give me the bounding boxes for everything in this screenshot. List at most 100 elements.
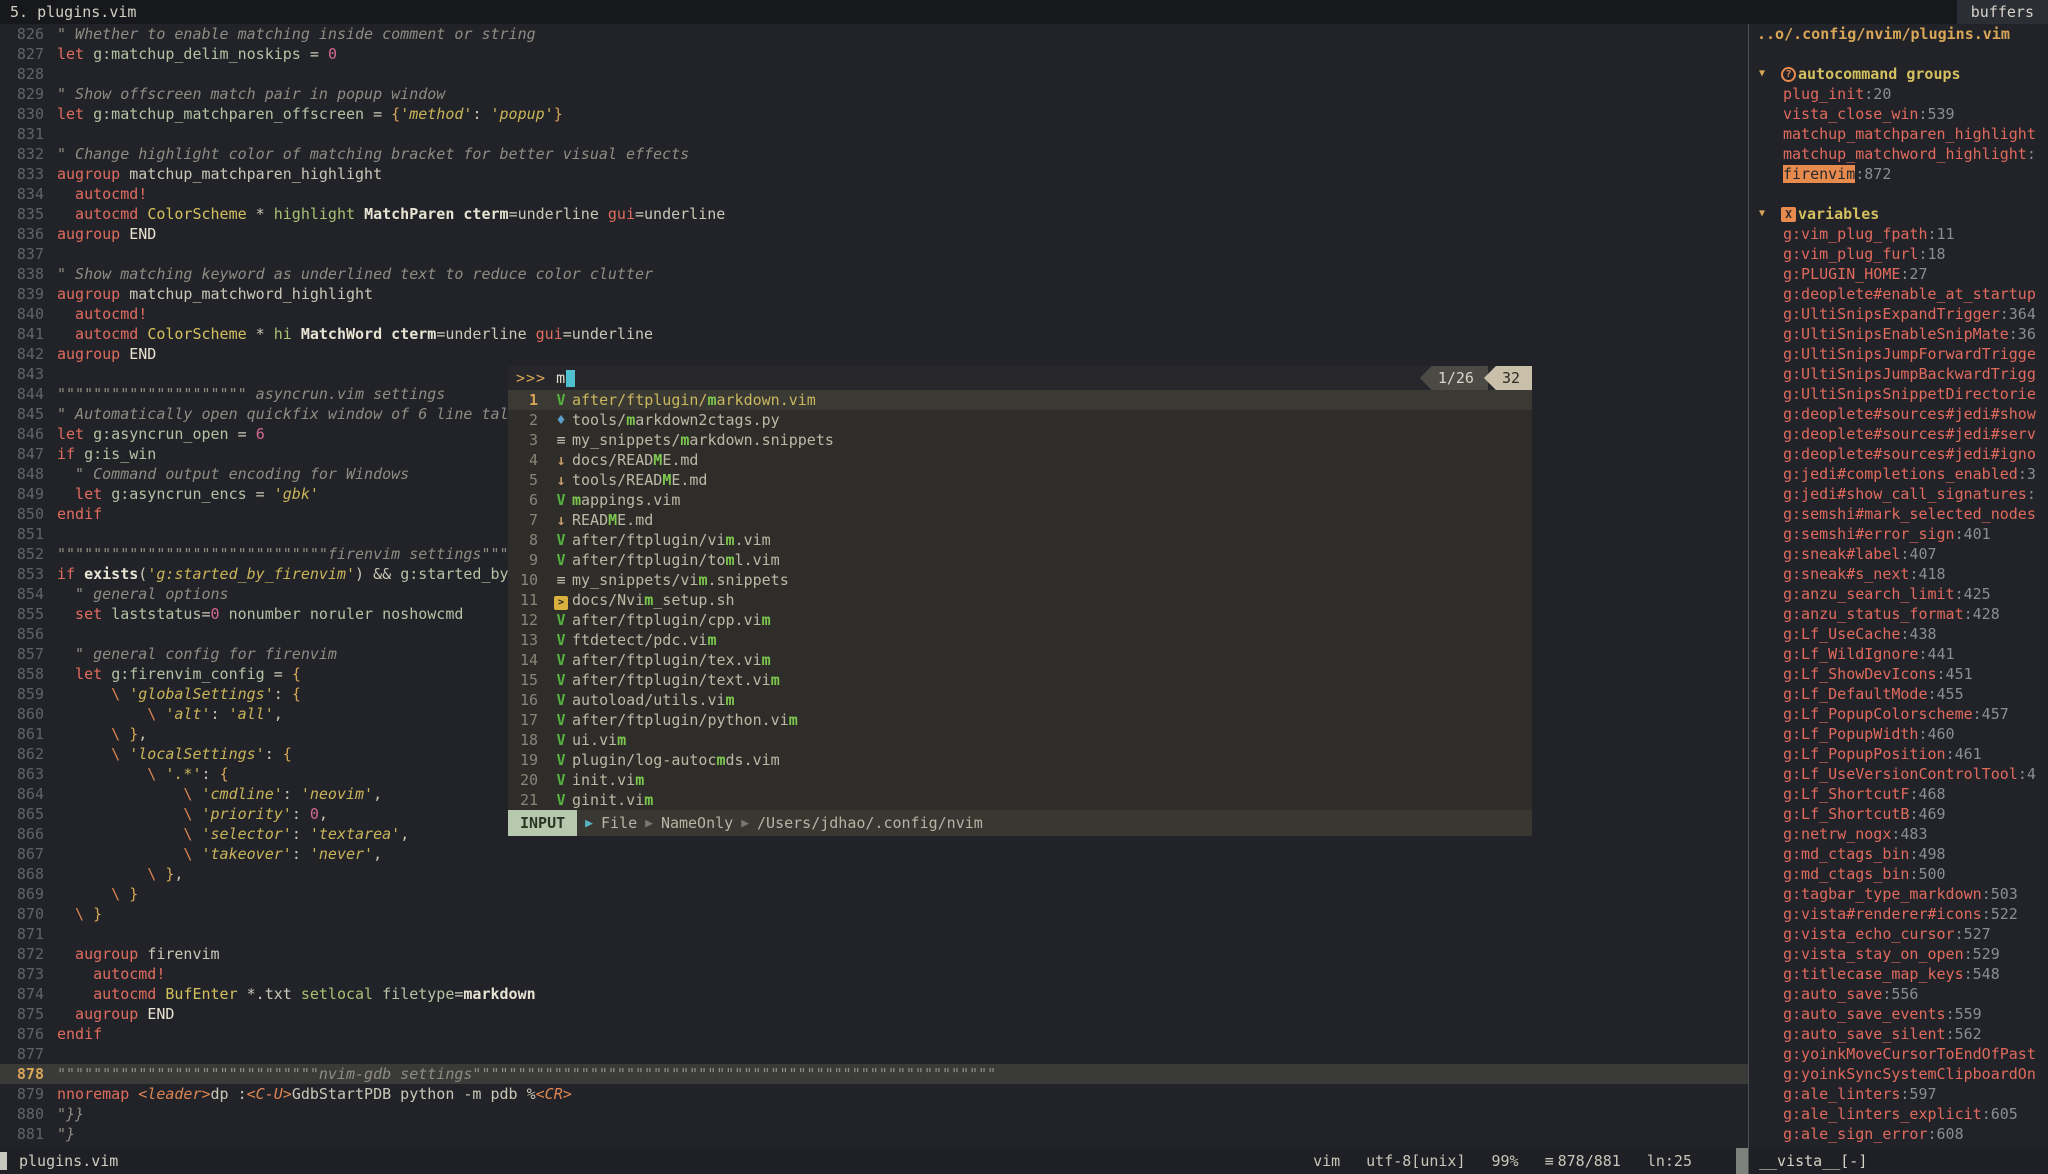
vista-sidebar[interactable]: ..o/.config/nvim/plugins.vim▼?autocomman… bbox=[1748, 24, 2048, 1148]
editor-line[interactable]: 840 autocmd! bbox=[0, 304, 1748, 324]
editor-line[interactable]: 833augroup matchup_matchparen_highlight bbox=[0, 164, 1748, 184]
sidebar-tag[interactable]: g:semshi#mark_selected_nodes bbox=[1749, 504, 2048, 524]
sidebar-tag[interactable]: g:UltiSnipsJumpForwardTrigge bbox=[1749, 344, 2048, 364]
file-result-item[interactable]: 14Vafter/ftplugin/tex.vim bbox=[508, 650, 1532, 670]
sidebar-tag[interactable]: g:vim_plug_fpath:11 bbox=[1749, 224, 2048, 244]
sidebar-tag[interactable]: matchup_matchparen_highlight bbox=[1749, 124, 2048, 144]
editor-line[interactable]: 878"""""""""""""""""""""""""""""nvim-gdb… bbox=[0, 1064, 1748, 1084]
sidebar-tag[interactable]: g:auto_save_events:559 bbox=[1749, 1004, 2048, 1024]
sidebar-tag[interactable]: g:jedi#show_call_signatures: bbox=[1749, 484, 2048, 504]
sidebar-tag[interactable]: g:jedi#completions_enabled:3 bbox=[1749, 464, 2048, 484]
sidebar-tag[interactable]: g:md_ctags_bin:500 bbox=[1749, 864, 2048, 884]
tab-current-file[interactable]: 5. plugins.vim bbox=[0, 3, 136, 21]
editor-line[interactable]: 830let g:matchup_matchparen_offscreen = … bbox=[0, 104, 1748, 124]
sidebar-tag[interactable]: g:Lf_UseCache:438 bbox=[1749, 624, 2048, 644]
file-result-item[interactable]: 10≡my_snippets/vim.snippets bbox=[508, 570, 1532, 590]
editor-line[interactable]: 838" Show matching keyword as underlined… bbox=[0, 264, 1748, 284]
sidebar-tag[interactable]: g:Lf_PopupColorscheme:457 bbox=[1749, 704, 2048, 724]
file-result-item[interactable]: 11>docs/Nvim_setup.sh bbox=[508, 590, 1532, 610]
editor-line[interactable]: 828 bbox=[0, 64, 1748, 84]
file-result-item[interactable]: 1Vafter/ftplugin/markdown.vim bbox=[508, 390, 1532, 410]
file-result-item[interactable]: 13Vftdetect/pdc.vim bbox=[508, 630, 1532, 650]
sidebar-tag[interactable]: g:Lf_UseVersionControlTool:4 bbox=[1749, 764, 2048, 784]
file-result-item[interactable]: 18Vui.vim bbox=[508, 730, 1532, 750]
sidebar-tag[interactable]: g:vista#renderer#icons:522 bbox=[1749, 904, 2048, 924]
sidebar-tag[interactable]: g:ale_linters_explicit:605 bbox=[1749, 1104, 2048, 1124]
editor-line[interactable]: 826" Whether to enable matching inside c… bbox=[0, 24, 1748, 44]
file-result-item[interactable]: 3≡my_snippets/markdown.snippets bbox=[508, 430, 1532, 450]
file-result-item[interactable]: 8Vafter/ftplugin/vim.vim bbox=[508, 530, 1532, 550]
editor-line[interactable]: 875 augroup END bbox=[0, 1004, 1748, 1024]
editor-line[interactable]: 836augroup END bbox=[0, 224, 1748, 244]
file-result-item[interactable]: 16Vautoload/utils.vim bbox=[508, 690, 1532, 710]
sidebar-tag[interactable]: g:Lf_PopupWidth:460 bbox=[1749, 724, 2048, 744]
editor-line[interactable]: 869 \ } bbox=[0, 884, 1748, 904]
editor-line[interactable]: 834 autocmd! bbox=[0, 184, 1748, 204]
sidebar-tag[interactable]: g:auto_save_silent:562 bbox=[1749, 1024, 2048, 1044]
sidebar-tag[interactable]: plug_init:20 bbox=[1749, 84, 2048, 104]
editor-line[interactable]: 871 bbox=[0, 924, 1748, 944]
file-result-item[interactable]: 9Vafter/ftplugin/toml.vim bbox=[508, 550, 1532, 570]
sidebar-tag[interactable]: g:md_ctags_bin:498 bbox=[1749, 844, 2048, 864]
editor-line[interactable]: 874 autocmd BufEnter *.txt setlocal file… bbox=[0, 984, 1748, 1004]
editor-line[interactable]: 829" Show offscreen match pair in popup … bbox=[0, 84, 1748, 104]
tab-buffers[interactable]: buffers bbox=[1957, 0, 2048, 24]
sidebar-tag[interactable]: g:UltiSnipsExpandTrigger:364 bbox=[1749, 304, 2048, 324]
sidebar-tag[interactable]: g:ale_linters:597 bbox=[1749, 1084, 2048, 1104]
sidebar-tag[interactable]: g:Lf_ShortcutF:468 bbox=[1749, 784, 2048, 804]
editor-line[interactable]: 841 autocmd ColorScheme * hi MatchWord c… bbox=[0, 324, 1748, 344]
file-result-item[interactable]: 21Vginit.vim bbox=[508, 790, 1532, 810]
sidebar-tag[interactable]: g:UltiSnipsJumpBackwardTrigg bbox=[1749, 364, 2048, 384]
sidebar-tag[interactable]: matchup_matchword_highlight: bbox=[1749, 144, 2048, 164]
sidebar-tag[interactable]: g:deoplete#sources#jedi#serv bbox=[1749, 424, 2048, 444]
editor-line[interactable]: 832" Change highlight color of matching … bbox=[0, 144, 1748, 164]
sidebar-tag[interactable]: g:anzu_status_format:428 bbox=[1749, 604, 2048, 624]
sidebar-tag[interactable]: g:deoplete#sources#jedi#igno bbox=[1749, 444, 2048, 464]
sidebar-tag[interactable]: g:yoinkMoveCursorToEndOfPast bbox=[1749, 1044, 2048, 1064]
sidebar-tag[interactable]: g:tagbar_type_markdown:503 bbox=[1749, 884, 2048, 904]
sidebar-tag[interactable]: g:vista_echo_cursor:527 bbox=[1749, 924, 2048, 944]
file-result-item[interactable]: 4↓docs/README.md bbox=[508, 450, 1532, 470]
editor-line[interactable]: 877 bbox=[0, 1044, 1748, 1064]
sidebar-tag[interactable]: g:sneak#s_next:418 bbox=[1749, 564, 2048, 584]
editor-line[interactable]: 872 augroup firenvim bbox=[0, 944, 1748, 964]
editor-line[interactable]: 842augroup END bbox=[0, 344, 1748, 364]
sidebar-tag[interactable]: g:yoinkSyncSystemClipboardOn bbox=[1749, 1064, 2048, 1084]
sidebar-tag[interactable]: g:PLUGIN_HOME:27 bbox=[1749, 264, 2048, 284]
editor-line[interactable]: 873 autocmd! bbox=[0, 964, 1748, 984]
editor-line[interactable]: 876endif bbox=[0, 1024, 1748, 1044]
sidebar-tag[interactable]: g:deoplete#sources#jedi#show bbox=[1749, 404, 2048, 424]
editor-line[interactable]: 868 \ }, bbox=[0, 864, 1748, 884]
sidebar-tag[interactable]: vista_close_win:539 bbox=[1749, 104, 2048, 124]
sidebar-tag[interactable]: g:ale_sign_error:608 bbox=[1749, 1124, 2048, 1144]
editor-line[interactable]: 879nnoremap <leader>dp :<C-U>GdbStartPDB… bbox=[0, 1084, 1748, 1104]
file-result-item[interactable]: 2♦tools/markdown2ctags.py bbox=[508, 410, 1532, 430]
sidebar-tag[interactable]: g:deoplete#enable_at_startup bbox=[1749, 284, 2048, 304]
sidebar-tag[interactable]: g:Lf_WildIgnore:441 bbox=[1749, 644, 2048, 664]
sidebar-tag[interactable]: g:Lf_ShowDevIcons:451 bbox=[1749, 664, 2048, 684]
sidebar-tag[interactable]: g:UltiSnipsSnippetDirectorie bbox=[1749, 384, 2048, 404]
sidebar-tag[interactable]: firenvim:872 bbox=[1749, 164, 2048, 184]
sidebar-tag[interactable]: g:Lf_ShortcutB:469 bbox=[1749, 804, 2048, 824]
file-result-item[interactable]: 12Vafter/ftplugin/cpp.vim bbox=[508, 610, 1532, 630]
editor-line[interactable]: 881"} bbox=[0, 1124, 1748, 1144]
sidebar-tag[interactable]: g:vista_stay_on_open:529 bbox=[1749, 944, 2048, 964]
editor-line[interactable]: 880"}} bbox=[0, 1104, 1748, 1124]
editor-line[interactable]: 831 bbox=[0, 124, 1748, 144]
file-result-item[interactable]: 6Vmappings.vim bbox=[508, 490, 1532, 510]
sidebar-tag[interactable]: g:semshi#error_sign:401 bbox=[1749, 524, 2048, 544]
sidebar-tag[interactable]: g:anzu_search_limit:425 bbox=[1749, 584, 2048, 604]
sidebar-tag[interactable]: g:Lf_PopupPosition:461 bbox=[1749, 744, 2048, 764]
sidebar-section-header[interactable]: ▼?autocommand groups bbox=[1749, 64, 2048, 84]
file-result-item[interactable]: 19Vplugin/log-autocmds.vim bbox=[508, 750, 1532, 770]
file-result-item[interactable]: 20Vinit.vim bbox=[508, 770, 1532, 790]
sidebar-tag[interactable]: g:netrw_nogx:483 bbox=[1749, 824, 2048, 844]
editor-line[interactable]: 835 autocmd ColorScheme * highlight Matc… bbox=[0, 204, 1748, 224]
fuzzy-finder-prompt[interactable]: >>> m 1/26 32 bbox=[508, 366, 1532, 390]
search-query-input[interactable]: m bbox=[546, 369, 565, 387]
editor-line[interactable]: 837 bbox=[0, 244, 1748, 264]
sidebar-tag[interactable]: g:sneak#label:407 bbox=[1749, 544, 2048, 564]
sidebar-tag[interactable]: g:UltiSnipsEnableSnipMate:36 bbox=[1749, 324, 2048, 344]
sidebar-tag[interactable]: g:Lf_DefaultMode:455 bbox=[1749, 684, 2048, 704]
editor-line[interactable]: 839augroup matchup_matchword_highlight bbox=[0, 284, 1748, 304]
